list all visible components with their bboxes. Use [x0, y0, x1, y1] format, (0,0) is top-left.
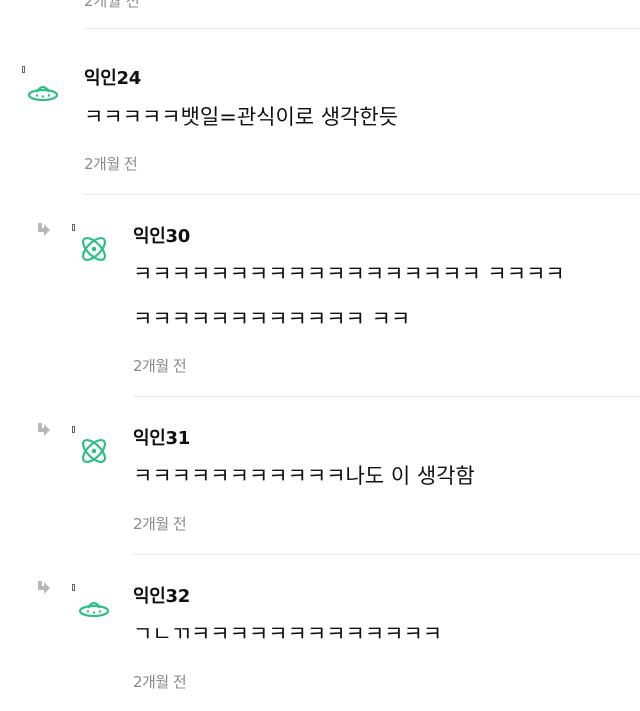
comment-marker	[72, 224, 75, 231]
comment-text: ㅋㅋㅋㅋㅋㅋㅋㅋㅋㅋㅋ나도 이 생각함	[133, 464, 475, 488]
ufo-icon	[27, 85, 59, 102]
reply-arrow-icon	[38, 223, 50, 236]
divider	[133, 396, 640, 397]
comment-time: 2개월 전	[133, 515, 187, 533]
comment-author[interactable]: 익인24	[84, 64, 141, 90]
reply-arrow-icon	[38, 423, 50, 436]
comment-marker	[72, 584, 75, 591]
comment-text: ㄱㄴㄲㅋㅋㅋㅋㅋㅋㅋㅋㅋㅋㅋㅋㅋ	[133, 622, 443, 646]
previous-comment-time: 2개월 전	[84, 0, 140, 10]
divider	[84, 28, 640, 29]
atom-icon	[81, 438, 107, 464]
comment-time: 2개월 전	[84, 155, 138, 173]
atom-icon	[81, 236, 107, 262]
comment-text: ㅋㅋㅋㅋㅋ뱃일=관식이로 생각한듯	[84, 105, 399, 129]
divider	[84, 194, 640, 195]
comment-author[interactable]: 익인30	[133, 222, 190, 248]
ufo-icon	[78, 601, 110, 618]
comment-text-line: ㅋㅋㅋㅋㅋㅋㅋㅋㅋㅋㅋㅋ ㅋㅋ	[133, 307, 411, 331]
comment-time: 2개월 전	[133, 673, 187, 691]
comment-marker	[72, 426, 75, 433]
comment-marker	[22, 66, 25, 73]
comment-author[interactable]: 익인31	[133, 424, 190, 450]
comment-time: 2개월 전	[133, 357, 187, 375]
divider	[133, 554, 640, 555]
comment-author[interactable]: 익인32	[133, 582, 190, 608]
reply-arrow-icon	[38, 581, 50, 594]
